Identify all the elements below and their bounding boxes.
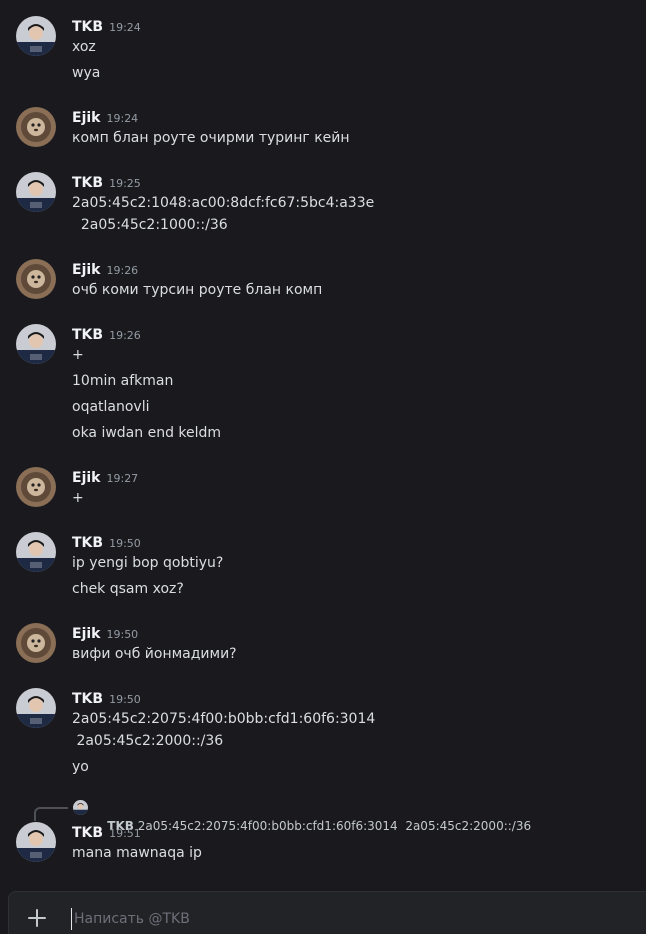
timestamp[interactable]: 19:25 bbox=[109, 177, 141, 190]
message-text: 10min afkman bbox=[72, 373, 174, 389]
timestamp[interactable]: 19:50 bbox=[109, 537, 141, 550]
plus-icon[interactable] bbox=[25, 906, 49, 930]
message-text: 2a05:45c2:2000::/36 bbox=[72, 733, 224, 749]
message-text: 2a05:45c2:2075:4f00:b0bb:cfd1:60f6:3014 bbox=[72, 711, 376, 727]
chat-panel: TKB 19:24 xoz wya Ejik 19:24 комп блан роу… bbox=[0, 0, 646, 934]
message-text: 2a05:45c2:1048:ac00:8dcf:fc67:5bc4:a33e bbox=[72, 195, 375, 211]
ejik-avatar-icon[interactable] bbox=[16, 623, 56, 663]
ejik-avatar-icon[interactable] bbox=[16, 467, 56, 507]
tkb-avatar-icon[interactable] bbox=[16, 688, 56, 728]
author-name[interactable]: TKB bbox=[72, 327, 103, 343]
author-name[interactable]: Ejik bbox=[72, 262, 100, 278]
timestamp[interactable]: 19:50 bbox=[106, 628, 138, 641]
message-text: очб коми турсин роуте блан комп bbox=[72, 282, 323, 298]
ejik-avatar-icon[interactable] bbox=[16, 107, 56, 147]
tkb-avatar-icon[interactable] bbox=[16, 822, 56, 862]
timestamp[interactable]: 19:24 bbox=[109, 21, 141, 34]
reply-spine bbox=[34, 807, 68, 821]
timestamp[interactable]: 19:26 bbox=[109, 329, 141, 342]
tkb-avatar-icon[interactable] bbox=[16, 532, 56, 572]
author-name[interactable]: Ejik bbox=[72, 470, 100, 486]
timestamp[interactable]: 19:50 bbox=[109, 693, 141, 706]
author-name[interactable]: Ejik bbox=[72, 110, 100, 126]
author-name[interactable]: Ejik bbox=[72, 626, 100, 642]
timestamp[interactable]: 19:51 bbox=[109, 827, 141, 840]
message-text: вифи очб йонмадими? bbox=[72, 646, 237, 662]
author-name[interactable]: TKB bbox=[72, 825, 103, 841]
message-text: yo bbox=[72, 759, 89, 775]
author-name[interactable]: TKB bbox=[72, 175, 103, 191]
ejik-avatar-icon[interactable] bbox=[16, 259, 56, 299]
message-text: + bbox=[72, 490, 84, 506]
message-text: mana mawnaqa ip bbox=[72, 845, 202, 861]
message-text: chek qsam xoz? bbox=[72, 581, 184, 597]
message-text: oka iwdan end keldm bbox=[72, 425, 222, 441]
author-name[interactable]: TKB bbox=[72, 535, 103, 551]
message-input[interactable] bbox=[71, 908, 614, 930]
message-text: + bbox=[72, 347, 84, 363]
message-text: ip yengi bop qobtiyu? bbox=[72, 555, 224, 571]
message-composer bbox=[8, 891, 646, 934]
tkb-avatar-icon[interactable] bbox=[16, 324, 56, 364]
message-text: xoz bbox=[72, 39, 96, 55]
tkb-avatar-icon[interactable] bbox=[16, 172, 56, 212]
author-name[interactable]: TKB bbox=[72, 691, 103, 707]
message-text: wya bbox=[72, 65, 101, 81]
reply-content[interactable]: 2a05:45c2:2075:4f00:b0bb:cfd1:60f6:3014 … bbox=[138, 819, 531, 833]
message-text: комп блан роуте очирми туринг кейн bbox=[72, 130, 350, 146]
tkb-avatar-icon[interactable] bbox=[16, 16, 56, 56]
author-name[interactable]: TKB bbox=[72, 19, 103, 35]
message-text: oqatlanovli bbox=[72, 399, 150, 415]
reply-reference[interactable]: TKB 2a05:45c2:2075:4f00:b0bb:cfd1:60f6:3… bbox=[92, 799, 531, 833]
tkb-avatar-icon[interactable] bbox=[73, 800, 88, 815]
timestamp[interactable]: 19:24 bbox=[106, 112, 138, 125]
timestamp[interactable]: 19:26 bbox=[106, 264, 138, 277]
timestamp[interactable]: 19:27 bbox=[106, 472, 138, 485]
message-text: 2a05:45c2:1000::/36 bbox=[72, 217, 228, 233]
